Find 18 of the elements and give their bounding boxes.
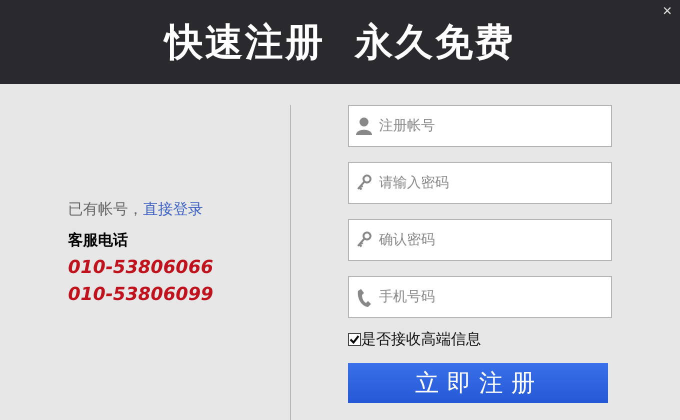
user-icon xyxy=(355,117,373,135)
input-field[interactable]: 注册帐号 xyxy=(348,105,612,147)
register-button[interactable]: 立即注册 xyxy=(348,363,608,403)
login-link[interactable]: 直接登录 xyxy=(143,200,203,219)
key-icon xyxy=(355,174,373,192)
input-field[interactable]: 手机号码 xyxy=(348,276,612,318)
close-button[interactable]: × xyxy=(658,4,676,20)
key-icon xyxy=(355,231,373,249)
input-field[interactable]: 请输入密码 xyxy=(348,162,612,204)
header-title: 快速注册 永久免费 xyxy=(164,18,516,66)
service-label: 客服电话 xyxy=(68,231,129,250)
login-prompt: 已有帐号， xyxy=(68,200,143,219)
checkbox-label: 是否接收高端信息 xyxy=(361,330,481,349)
phone-number: 010-53806066 xyxy=(68,256,214,280)
phone-number: 010-53806099 xyxy=(68,283,214,307)
phone-icon xyxy=(355,288,373,308)
input-field[interactable]: 确认密码 xyxy=(348,219,612,261)
checkbox[interactable] xyxy=(348,333,361,346)
